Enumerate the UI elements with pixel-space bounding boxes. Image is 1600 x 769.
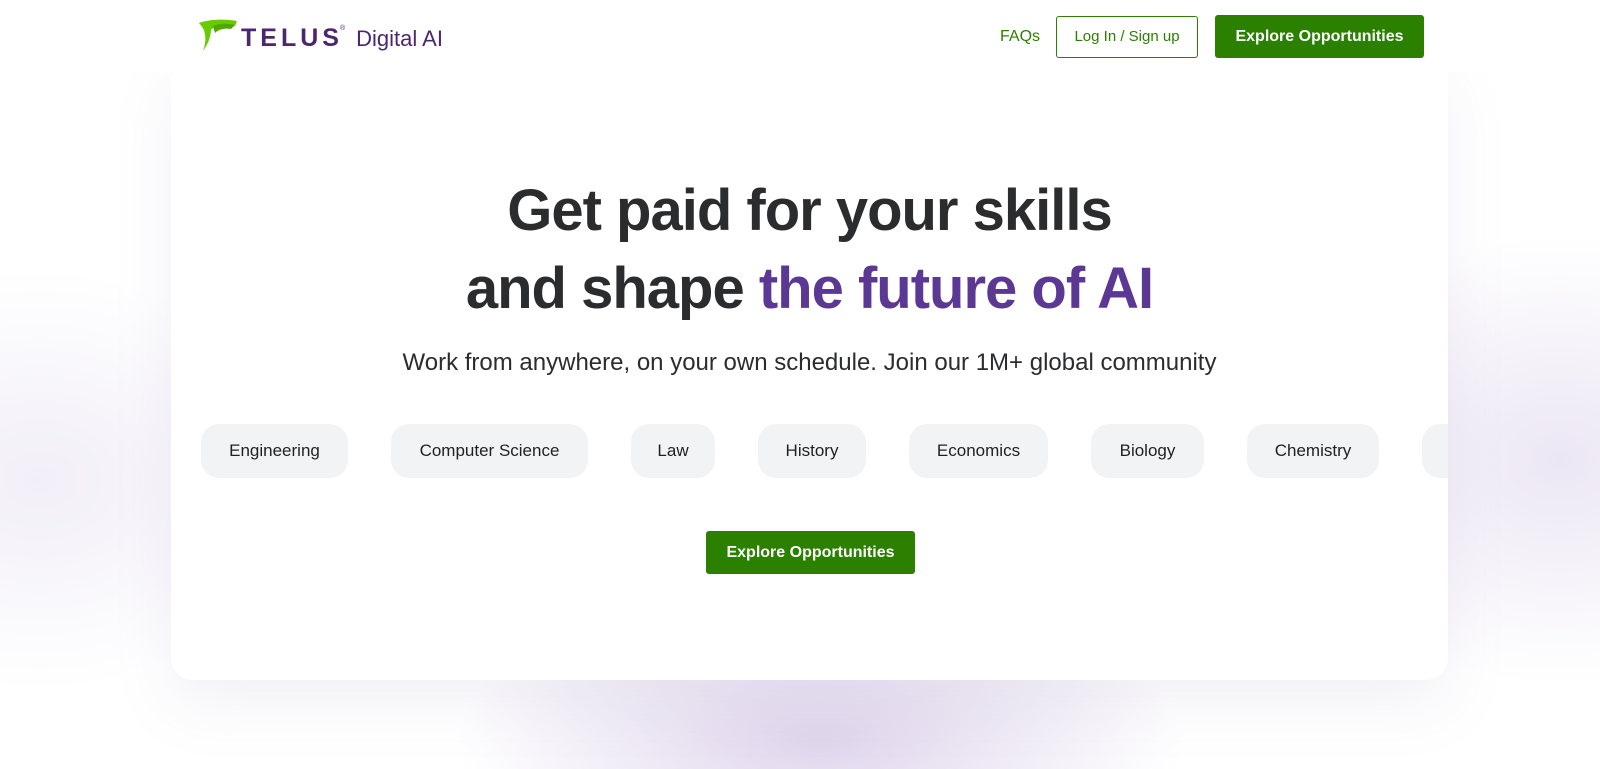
headline-accent: the future of AI	[758, 256, 1154, 321]
telus-swoosh-icon	[199, 19, 237, 51]
page: TELUS ® Digital AI FAQs Log In / Sign up…	[0, 0, 1600, 769]
category-chip-chemistry[interactable]: Chemistry	[1247, 424, 1379, 478]
top-nav: FAQs Log In / Sign up Explore Opportunit…	[1000, 15, 1424, 58]
hero-headline: Get paid for your skills and shape the f…	[171, 172, 1448, 328]
login-signup-button[interactable]: Log In / Sign up	[1056, 15, 1198, 58]
site-header: TELUS ® Digital AI FAQs Log In / Sign up…	[0, 0, 1600, 72]
category-chips: Engineering Computer Science Law History…	[171, 424, 1448, 478]
hero-subtitle: Work from anywhere, on your own schedule…	[402, 349, 1217, 376]
category-chip-economics[interactable]: Economics	[909, 424, 1048, 478]
category-chip-law[interactable]: Law	[631, 424, 715, 478]
category-chip-engineering[interactable]: Engineering	[201, 424, 348, 478]
explore-opportunities-header-button[interactable]: Explore Opportunities	[1215, 15, 1424, 58]
category-chip-computer-science[interactable]: Computer Science	[391, 424, 588, 478]
logo-wordmark: TELUS	[241, 23, 343, 52]
logo-subtitle: Digital AI	[356, 26, 443, 51]
telus-digital-ai-logo[interactable]: TELUS ® Digital AI	[197, 18, 443, 54]
hero-card: Get paid for your skills and shape the f…	[171, 60, 1448, 680]
explore-opportunities-hero-button[interactable]: Explore Opportunities	[706, 531, 915, 574]
headline-line-2: and shape	[465, 256, 759, 321]
headline-line-1: Get paid for your skills	[507, 178, 1112, 243]
faqs-link[interactable]: FAQs	[1000, 28, 1040, 46]
category-chip-history[interactable]: History	[758, 424, 866, 478]
logo-trademark: ®	[339, 24, 346, 32]
category-chip-partial[interactable]: A	[1422, 424, 1448, 478]
category-chip-biology[interactable]: Biology	[1091, 424, 1204, 478]
